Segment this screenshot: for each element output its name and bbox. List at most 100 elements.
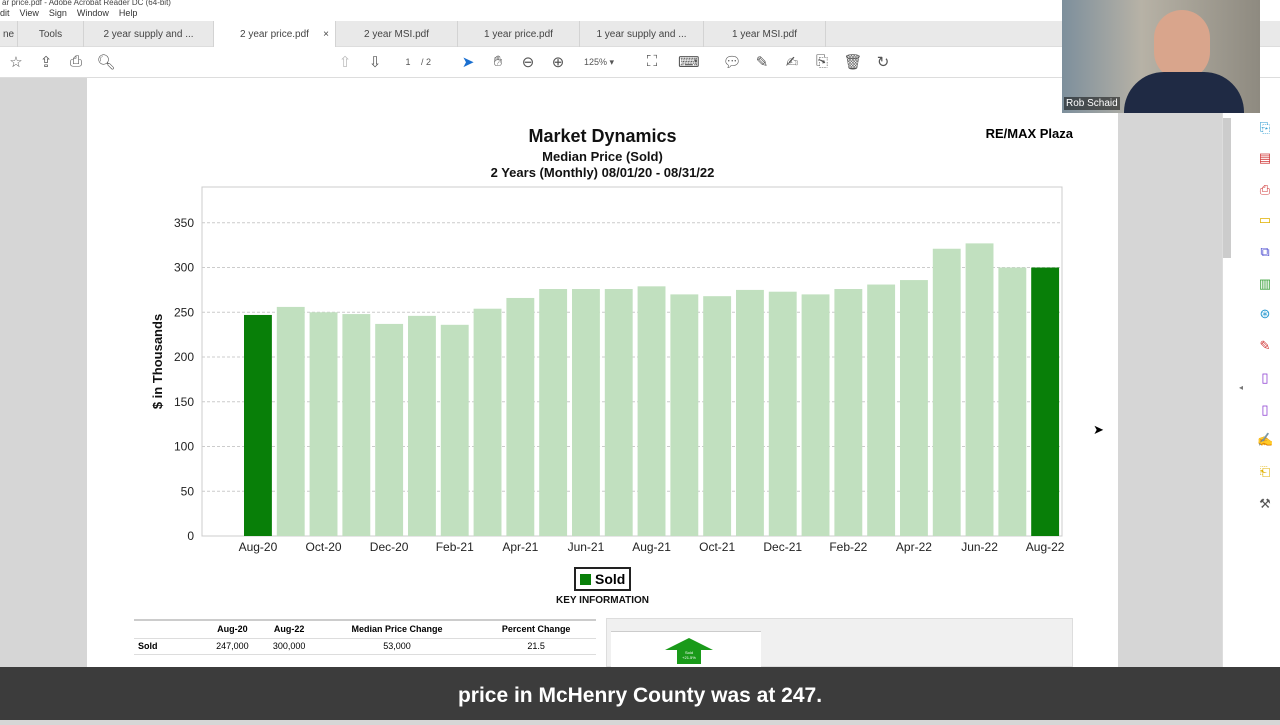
table-header: Aug-22 bbox=[273, 624, 305, 635]
menu-help[interactable]: Help bbox=[119, 8, 138, 21]
x-tick-label: Oct-20 bbox=[306, 540, 342, 554]
y-tick-label: 250 bbox=[174, 305, 194, 319]
rotate-icon[interactable]: ↻ bbox=[873, 53, 893, 71]
export-pdf-icon[interactable]: ⎘ bbox=[1257, 120, 1273, 136]
webcam-overlay: Rob Schaid bbox=[1062, 0, 1260, 113]
menu-sign[interactable]: Sign bbox=[49, 8, 67, 21]
print-icon[interactable]: ⎙ bbox=[66, 53, 86, 70]
comment-icon[interactable]: 💬︎ bbox=[722, 53, 742, 71]
zoom-in-icon[interactable]: ⊕ bbox=[548, 53, 568, 71]
protect-icon[interactable]: ▯ bbox=[1257, 370, 1273, 386]
tab-2[interactable]: 2 year supply and ... bbox=[84, 21, 214, 47]
comment-tool-icon[interactable]: ▭ bbox=[1257, 212, 1273, 228]
share-icon[interactable]: ⎘ bbox=[812, 53, 832, 70]
table-cell: 53,000 bbox=[383, 641, 411, 651]
tab-label: 1 year price.pdf bbox=[484, 28, 553, 40]
x-tick-label: Feb-21 bbox=[436, 540, 474, 554]
tab-label: 1 year MSI.pdf bbox=[731, 28, 798, 40]
x-tick-label: Dec-20 bbox=[370, 540, 409, 554]
y-tick-label: 300 bbox=[174, 261, 194, 275]
delete-icon[interactable]: 🗑︎ bbox=[843, 53, 863, 71]
bar-Mar-22 bbox=[867, 284, 896, 536]
mini-value: +21.5% bbox=[682, 655, 696, 660]
bar-Dec-20 bbox=[375, 323, 404, 536]
bar-Jan-22 bbox=[801, 294, 830, 536]
tab-label: 2 year price.pdf bbox=[240, 28, 309, 40]
mini-chart-panel: Sold +21.5% bbox=[606, 618, 1073, 671]
zoom-select[interactable]: 125% ▾ bbox=[584, 57, 624, 68]
close-tab-icon[interactable]: × bbox=[323, 29, 329, 40]
create-pdf-icon[interactable]: ⎙ bbox=[1257, 182, 1273, 198]
bar-Jun-22 bbox=[965, 243, 994, 536]
x-tick-label: Aug-22 bbox=[1026, 540, 1065, 554]
x-tick-label: Apr-21 bbox=[502, 540, 538, 554]
select-cursor-icon[interactable]: ➤ bbox=[458, 53, 478, 71]
bar-Sep-21 bbox=[670, 294, 699, 536]
y-tick-label: 150 bbox=[174, 395, 194, 409]
combine-icon[interactable]: ⧉ bbox=[1257, 244, 1273, 260]
edit-pdf-icon[interactable]: ▥ bbox=[1257, 276, 1273, 292]
page-total: / 2 bbox=[420, 57, 431, 67]
up-arrow-icon bbox=[665, 638, 713, 650]
scrollbar[interactable] bbox=[1223, 118, 1231, 258]
tab-0[interactable]: ne bbox=[0, 21, 18, 47]
table-header: Percent Change bbox=[501, 624, 571, 635]
bar-Aug-20 bbox=[244, 314, 272, 536]
fit-page-icon[interactable]: ⛶ bbox=[642, 53, 662, 70]
menu-view[interactable]: View bbox=[20, 8, 39, 21]
prev-page-icon[interactable]: ⇧ bbox=[335, 53, 355, 71]
more-tools-icon[interactable]: ⚒ bbox=[1257, 496, 1273, 512]
scroll-mode-icon[interactable]: ⌨ bbox=[678, 53, 700, 71]
highlight-icon[interactable]: ✎ bbox=[752, 53, 772, 71]
tab-label: Tools bbox=[38, 28, 63, 40]
zoom-out-icon[interactable]: ⊖ bbox=[518, 53, 538, 71]
tab-label: ne bbox=[2, 28, 15, 40]
menu-edit[interactable]: dit bbox=[0, 8, 10, 21]
fill-sign-icon[interactable]: ✎ bbox=[1257, 338, 1273, 354]
table-header bbox=[134, 620, 204, 638]
tab-1[interactable]: Tools bbox=[18, 21, 84, 47]
prepare-form-icon[interactable]: ▯ bbox=[1257, 402, 1273, 418]
tab-5[interactable]: 1 year price.pdf bbox=[458, 21, 580, 47]
table-cell: Sold bbox=[138, 641, 158, 651]
search-icon[interactable]: 🔍︎ bbox=[96, 53, 116, 71]
key-information-heading: KEY INFORMATION bbox=[556, 595, 649, 606]
bar-Dec-21 bbox=[768, 291, 797, 536]
person-body bbox=[1124, 72, 1244, 113]
legend: Sold bbox=[574, 567, 632, 591]
star-icon[interactable]: ☆ bbox=[6, 53, 26, 71]
collapse-pane-icon[interactable]: ◂ bbox=[1239, 383, 1243, 392]
compress-icon[interactable]: ⎗ bbox=[1257, 464, 1273, 480]
y-tick-label: 350 bbox=[174, 216, 194, 230]
sign-icon[interactable]: ✍︎ bbox=[782, 53, 802, 71]
page-number-input[interactable]: 1 bbox=[398, 57, 418, 67]
bar-Apr-22 bbox=[900, 280, 928, 536]
tab-7[interactable]: 1 year MSI.pdf bbox=[704, 21, 826, 47]
table-header: Median Price Change bbox=[351, 624, 443, 635]
tab-3[interactable]: 2 year price.pdf × bbox=[214, 21, 336, 47]
tab-label: 2 year supply and ... bbox=[103, 28, 194, 40]
table-cell: 247,000 bbox=[216, 641, 249, 651]
send-sign-icon[interactable]: ✍ bbox=[1257, 432, 1273, 448]
scan-icon[interactable]: ⊛ bbox=[1257, 306, 1273, 322]
x-tick-label: Jun-22 bbox=[961, 540, 998, 554]
bar-May-21 bbox=[539, 289, 568, 536]
pdf-page: Market Dynamics Median Price (Sold) 2 Ye… bbox=[87, 78, 1118, 671]
organize-pages-icon[interactable]: ▤ bbox=[1257, 150, 1273, 166]
next-page-icon[interactable]: ⇩ bbox=[365, 53, 385, 71]
x-tick-label: Feb-22 bbox=[829, 540, 867, 554]
tab-4[interactable]: 2 year MSI.pdf bbox=[336, 21, 458, 47]
person-face bbox=[1154, 10, 1210, 80]
upload-icon[interactable]: ⇪ bbox=[36, 53, 56, 71]
x-tick-label: Dec-21 bbox=[763, 540, 802, 554]
subtitle-caption: price in McHenry County was at 247. bbox=[0, 667, 1280, 720]
participant-name: Rob Schaid bbox=[1064, 97, 1120, 110]
tab-6[interactable]: 1 year supply and ... bbox=[580, 21, 704, 47]
menu-window[interactable]: Window bbox=[77, 8, 109, 21]
hand-icon[interactable]: ✋︎ bbox=[488, 53, 508, 70]
bar-Jul-22 bbox=[998, 267, 1027, 536]
bar-May-22 bbox=[932, 248, 961, 536]
x-tick-label: Aug-21 bbox=[632, 540, 671, 554]
table-cell: 21.5 bbox=[527, 641, 545, 651]
y-axis-label: $ in Thousands bbox=[150, 314, 165, 409]
